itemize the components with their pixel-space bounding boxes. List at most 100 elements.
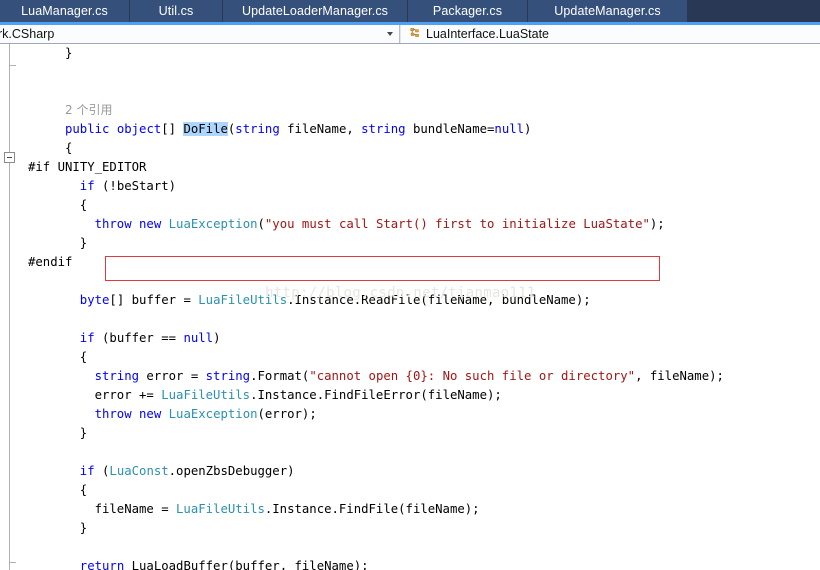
code-line: { <box>80 196 87 215</box>
code-editor-surface[interactable]: } 2 个引用 public object[] DoFile(string file… <box>0 44 820 570</box>
code-token-type: LuaException <box>168 407 258 421</box>
code-token: (!beStart) <box>94 179 177 193</box>
code-token: ( <box>94 464 110 478</box>
code-token-ppr: #endif <box>28 255 73 269</box>
code-line: public object[] DoFile(string fileName, … <box>65 120 531 139</box>
code-line: error += LuaFileUtils.Instance.FindFileE… <box>95 386 502 405</box>
class-icon <box>410 28 419 37</box>
code-line: 2 个引用 <box>65 101 112 120</box>
code-token: { <box>79 483 88 497</box>
code-token: (error); <box>257 407 317 421</box>
code-token-kw: string <box>94 369 140 383</box>
code-line: } <box>80 424 87 443</box>
code-token: ( <box>257 217 265 231</box>
code-token-type: LuaException <box>168 217 258 231</box>
tab-luamanager[interactable]: LuaManager.cs <box>0 0 130 22</box>
code-token-kw: null <box>183 331 214 345</box>
code-line: { <box>65 139 72 158</box>
project-dropdown[interactable]: rk.CSharp <box>0 25 400 43</box>
code-token-str: "cannot open {0}: No such file or direct… <box>309 369 636 383</box>
code-token-kw: if <box>79 464 95 478</box>
code-token-sel: DoFile <box>183 122 228 136</box>
code-line: return LuaLoadBuffer(buffer, fileName); <box>80 557 369 570</box>
code-token: , fileName); <box>635 369 724 383</box>
code-token-kw: byte <box>79 293 110 307</box>
code-token: { <box>79 350 88 364</box>
code-token: .Format( <box>250 369 310 383</box>
code-line: fileName = LuaFileUtils.Instance.FindFil… <box>95 500 480 519</box>
code-token-kw: new <box>139 217 162 231</box>
code-token-type: LuaFileUtils <box>176 502 265 516</box>
code-token: error = <box>139 369 206 383</box>
tab-updateloadermanager[interactable]: UpdateLoaderManager.cs <box>223 0 408 22</box>
code-token-kw: string <box>205 369 251 383</box>
code-line: } <box>65 44 72 63</box>
code-token: ) <box>213 331 221 345</box>
code-token: .openZbsDebugger) <box>168 464 295 478</box>
code-token: } <box>65 46 73 60</box>
code-token: } <box>79 521 88 535</box>
code-token-kw: string <box>235 122 280 136</box>
code-token-kw: throw <box>94 217 132 231</box>
watermark-text: http://blog.csdn.net/tianmao111 <box>265 285 536 301</box>
code-token-type: LuaConst <box>109 464 169 478</box>
code-token-kw: object <box>116 122 162 136</box>
tab-label: Packager.cs <box>432 4 503 18</box>
chevron-down-icon <box>387 32 393 36</box>
tab-util[interactable]: Util.cs <box>130 0 223 22</box>
code-token-ppr: #if UNITY_EDITOR <box>28 160 147 174</box>
code-token-kw: public <box>65 122 110 136</box>
tab-packager[interactable]: Packager.cs <box>408 0 528 22</box>
code-line: } <box>80 519 87 538</box>
code-token: { <box>65 141 73 155</box>
code-line: string error = string.Format("cannot ope… <box>95 367 724 386</box>
tab-label: Util.cs <box>158 4 194 18</box>
code-token: fileName = <box>94 502 177 516</box>
code-token-kw: null <box>494 122 525 136</box>
type-dropdown[interactable]: LuaInterface.LuaState <box>400 25 820 43</box>
tab-label: UpdateLoaderManager.cs <box>241 4 389 18</box>
code-line: throw new LuaException("you must call St… <box>95 215 665 234</box>
editor-tab-strip: LuaManager.cs Util.cs UpdateLoaderManage… <box>0 0 820 22</box>
code-token: { <box>79 198 88 212</box>
code-token: [] buffer = <box>109 293 199 307</box>
code-token-str: "you must call Start() first to initiali… <box>264 217 650 231</box>
code-token-kw: new <box>139 407 162 421</box>
code-token: error += <box>94 388 162 402</box>
code-token-kw: string <box>361 122 406 136</box>
code-line: #endif <box>28 253 72 272</box>
code-line: { <box>80 348 87 367</box>
type-dropdown-value: LuaInterface.LuaState <box>426 27 550 41</box>
code-line: if (LuaConst.openZbsDebugger) <box>80 462 295 481</box>
code-token-kw: if <box>79 331 95 345</box>
code-token: .Instance.FindFileError(fileName); <box>250 388 502 402</box>
code-token: } <box>79 426 88 440</box>
code-token-type: LuaFileUtils <box>161 388 251 402</box>
code-line: if (buffer == null) <box>80 329 221 348</box>
tab-label: UpdateManager.cs <box>554 4 661 18</box>
code-token: ); <box>649 217 665 231</box>
code-token: } <box>79 236 88 250</box>
code-navigation-bar: rk.CSharp LuaInterface.LuaState <box>0 25 820 44</box>
code-line: { <box>80 481 87 500</box>
code-token: ) <box>524 122 532 136</box>
project-dropdown-value: rk.CSharp <box>0 27 55 41</box>
code-text[interactable]: } 2 个引用 public object[] DoFile(string file… <box>0 44 820 570</box>
tab-updatemanager[interactable]: UpdateManager.cs <box>528 0 688 22</box>
code-line: if (!beStart) <box>80 177 176 196</box>
code-line: } <box>80 234 87 253</box>
code-line: throw new LuaException(error); <box>95 405 317 424</box>
code-line: #if UNITY_EDITOR <box>28 158 146 177</box>
code-token: bundleName= <box>405 122 495 136</box>
tab-label: LuaManager.cs <box>21 4 108 18</box>
code-token: .Instance.FindFile(fileName); <box>264 502 480 516</box>
tab-strip-filler <box>688 0 820 22</box>
code-token: [] <box>161 122 184 136</box>
code-token: (buffer == <box>94 331 184 345</box>
code-token: LuaLoadBuffer(buffer, fileName); <box>124 559 369 570</box>
